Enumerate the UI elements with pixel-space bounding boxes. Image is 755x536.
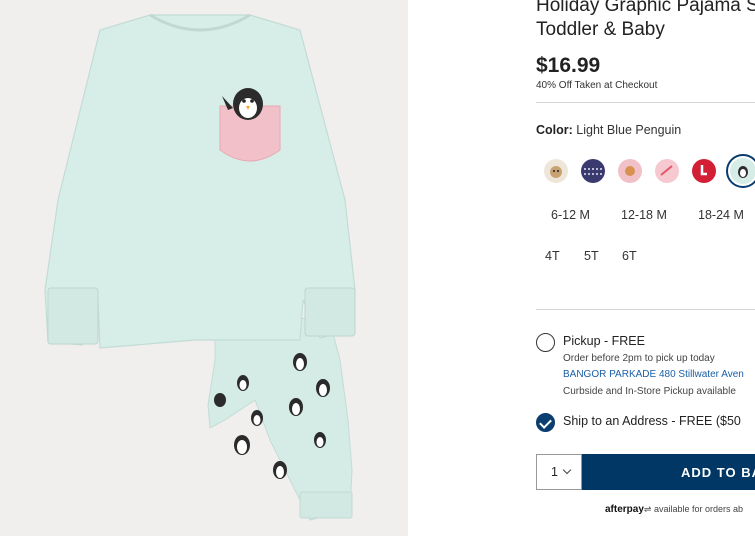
chevron-down-icon [562,465,572,475]
size-5t[interactable]: 5T [584,249,599,263]
size-6-12m[interactable]: 6-12 M [551,208,590,222]
afterpay-icon: ⇌ [643,504,652,514]
store-link[interactable]: BANGOR PARKADE 480 Stillwater Aven [563,369,744,380]
divider [536,309,755,310]
pickup-availability: Curbside and In-Store Pickup available [563,386,736,397]
pickup-radio[interactable] [536,333,555,352]
pickup-option-label[interactable]: Pickup - FREE [563,334,645,348]
product-title: Holiday Graphic Pajama S Toddler & Baby [536,0,755,40]
product-price: $16.99 [536,54,601,77]
pickup-note: Order before 2pm to pick up today [563,353,715,364]
pajama-illustration [44,13,356,521]
swatch-light-blue-penguin[interactable] [726,154,755,188]
divider [536,102,755,103]
swatch-gingerbread[interactable] [618,159,642,183]
swatch-pink-candy[interactable] [655,159,679,183]
add-to-bag-button[interactable]: ADD TO BA [582,454,755,490]
size-18-24m[interactable]: 18-24 M [698,208,744,222]
swatch-fairisle[interactable] [581,159,605,183]
ship-radio[interactable] [536,413,555,432]
afterpay-info: afterpay⇌ available for orders ab [605,504,744,515]
size-12-18m[interactable]: 12-18 M [621,208,667,222]
afterpay-logo: afterpay [605,504,644,515]
ship-option-label[interactable]: Ship to an Address - FREE ($50 [563,414,741,428]
product-details: Holiday Graphic Pajama S Toddler & Baby … [408,0,755,536]
swatch-red-stocking[interactable] [692,159,716,183]
product-image[interactable] [0,0,408,536]
color-label: Color: Light Blue Penguin [536,123,682,137]
size-6t[interactable]: 6T [622,249,637,263]
quantity-select[interactable]: 1 [536,454,582,490]
size-4t[interactable]: 4T [545,249,560,263]
color-value: Light Blue Penguin [576,123,682,137]
swatch-bulldog[interactable] [544,159,568,183]
promo-text: 40% Off Taken at Checkout [536,80,658,91]
